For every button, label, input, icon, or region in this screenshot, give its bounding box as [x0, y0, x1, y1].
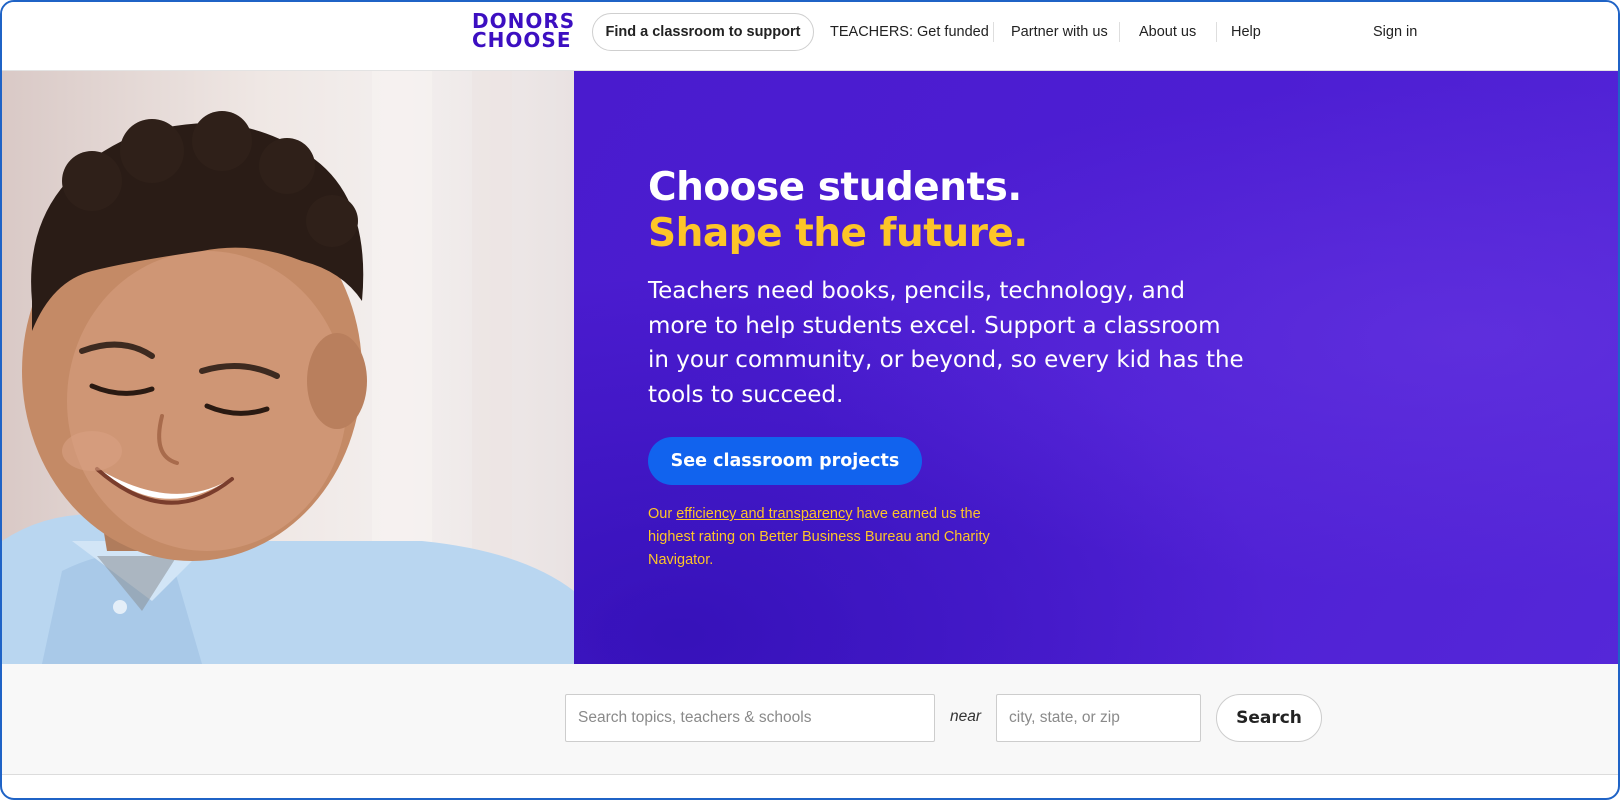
search-button[interactable]: Search — [1216, 694, 1322, 742]
nav-about-us[interactable]: About us — [1139, 21, 1196, 43]
search-bar-section: near Search — [2, 664, 1618, 775]
nav-partner-with-us[interactable]: Partner with us — [1011, 21, 1108, 43]
donorschoose-logo[interactable]: DONORS CHOOSE — [472, 11, 576, 52]
site-header: DONORS CHOOSE Find a classroom to suppor… — [2, 2, 1618, 71]
ratings-note: Our efficiency and transparency have ear… — [648, 503, 1028, 572]
nav-divider — [993, 22, 994, 42]
logo-line-2: CHOOSE — [472, 28, 572, 52]
find-classroom-button[interactable]: Find a classroom to support — [592, 13, 814, 51]
near-label: near — [950, 708, 982, 725]
location-input[interactable] — [996, 694, 1201, 742]
hero-title-primary: Choose students. — [648, 165, 1022, 210]
search-topics-input[interactable] — [565, 694, 935, 742]
hero-panel: Choose students. Shape the future. Teach… — [574, 71, 1618, 664]
browser-frame: DONORS CHOOSE Find a classroom to suppor… — [0, 0, 1620, 800]
hero-description: Teachers need books, pencils, technology… — [648, 278, 1244, 408]
nav-help[interactable]: Help — [1231, 21, 1261, 43]
efficiency-transparency-link[interactable]: efficiency and transparency — [676, 506, 852, 522]
child-smiling-illustration — [2, 71, 574, 664]
hero-photo-child — [2, 71, 574, 664]
nav-teachers-get-funded[interactable]: TEACHERS: Get funded — [830, 21, 989, 43]
nav-divider — [1216, 22, 1217, 42]
ratings-note-prefix: Our — [648, 506, 677, 522]
nav-divider — [1119, 22, 1120, 42]
sign-in-link[interactable]: Sign in — [1373, 21, 1417, 43]
see-classroom-projects-button[interactable]: See classroom projects — [648, 437, 922, 485]
hero-title-secondary: Shape the future. — [648, 211, 1028, 256]
